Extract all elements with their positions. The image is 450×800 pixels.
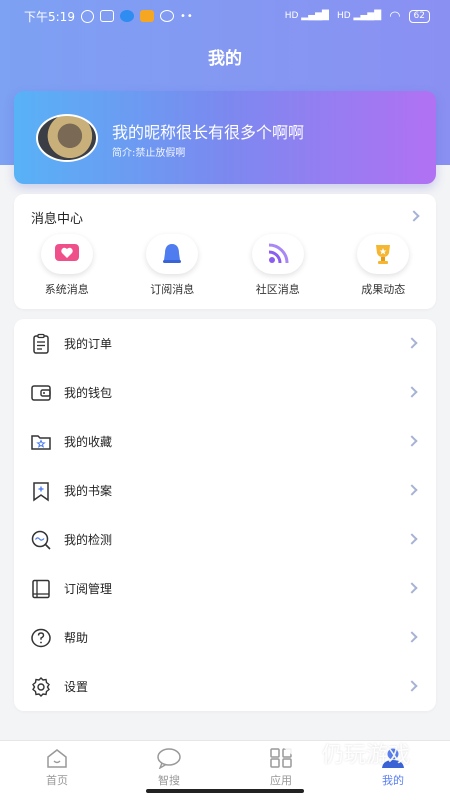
home-indicator[interactable] bbox=[146, 789, 304, 793]
alarm-icon bbox=[80, 9, 94, 23]
signal-2-icon: HD ▂▄▆█ bbox=[336, 11, 382, 21]
user-icon bbox=[382, 748, 404, 768]
page-title: 我的 bbox=[208, 49, 242, 69]
tab-label: 应用 bbox=[270, 774, 292, 787]
menu-item-detection[interactable]: 我的检测 bbox=[14, 515, 436, 564]
clipboard-icon bbox=[33, 333, 49, 354]
tab-home[interactable]: 首页 bbox=[17, 747, 97, 788]
menu-item-label: 设置 bbox=[64, 680, 89, 694]
menu-item-label: 帮助 bbox=[64, 631, 89, 645]
message-item-label: 订阅消息 bbox=[150, 283, 195, 296]
menu-item-label: 我的书案 bbox=[64, 484, 113, 498]
bell-icon bbox=[146, 234, 199, 274]
tab-label: 我的 bbox=[382, 774, 404, 787]
wallet-icon bbox=[31, 384, 51, 401]
chevron-right-icon[interactable] bbox=[408, 210, 420, 222]
message-item-subscription[interactable]: 订阅消息 bbox=[120, 234, 226, 297]
menu-item-label: 我的钱包 bbox=[64, 386, 113, 400]
more-notifications-icon: •• bbox=[179, 10, 194, 22]
menu-item-subscription[interactable]: 订阅管理 bbox=[14, 564, 436, 613]
book-icon bbox=[32, 579, 50, 598]
message-item-label: 系统消息 bbox=[44, 283, 89, 296]
chevron-right-icon bbox=[406, 386, 418, 398]
trophy-icon bbox=[357, 234, 410, 274]
search-wave-icon bbox=[31, 530, 51, 550]
profile-card[interactable]: 我的昵称很长有很多个啊啊 简介:禁止放假啊 bbox=[14, 91, 436, 184]
battery-icon: 62 bbox=[408, 9, 430, 23]
message-item-community[interactable]: 社区消息 bbox=[225, 234, 331, 297]
bookmark-icon bbox=[33, 481, 49, 501]
chevron-right-icon bbox=[406, 337, 418, 349]
menu-item-orders[interactable]: 我的订单 bbox=[14, 319, 436, 368]
gear-icon bbox=[32, 676, 50, 697]
menu-item-desk[interactable]: 我的书案 bbox=[14, 466, 436, 515]
nickname: 我的昵称很长有很多个啊啊 bbox=[112, 123, 305, 142]
chevron-right-icon bbox=[406, 435, 418, 447]
chevron-right-icon bbox=[406, 680, 418, 692]
menu-item-favorites[interactable]: 我的收藏 bbox=[14, 417, 436, 466]
help-icon bbox=[31, 628, 51, 647]
chat-icon bbox=[119, 10, 134, 22]
tab-label: 智搜 bbox=[158, 774, 180, 787]
message-item-label: 成果动态 bbox=[361, 283, 406, 296]
chevron-right-icon bbox=[406, 533, 418, 545]
menu-card: 我的订单 我的钱包 我的收藏 我的书案 我的检测 订阅管理 帮助 设置 bbox=[14, 319, 436, 711]
menu-item-settings[interactable]: 设置 bbox=[14, 662, 436, 711]
wifi-icon: ◠ bbox=[389, 8, 401, 24]
chevron-right-icon bbox=[406, 631, 418, 643]
menu-item-label: 我的订单 bbox=[64, 337, 113, 351]
rss-icon bbox=[251, 234, 304, 274]
apps-icon bbox=[270, 748, 292, 768]
search-bubble-icon bbox=[157, 748, 181, 769]
tab-label: 首页 bbox=[46, 774, 68, 787]
menu-item-help[interactable]: 帮助 bbox=[14, 613, 436, 662]
tab-apps[interactable]: 应用 bbox=[241, 747, 321, 788]
chevron-right-icon bbox=[406, 582, 418, 594]
menu-item-label: 订阅管理 bbox=[64, 582, 113, 596]
status-bar: 下午5:19 •• HD ▂▄▆█ HD ▂▄▆█ ◠ 62 bbox=[0, 0, 450, 32]
menu-item-label: 我的检测 bbox=[64, 533, 113, 547]
notification-icon bbox=[99, 10, 114, 22]
message-center-title: 消息中心 bbox=[31, 212, 84, 227]
message-item-label: 社区消息 bbox=[255, 283, 300, 296]
chevron-right-icon bbox=[406, 484, 418, 496]
home-icon bbox=[47, 749, 67, 768]
system-message-icon bbox=[40, 234, 93, 274]
status-time: 下午5:19 bbox=[24, 9, 75, 24]
news-icon bbox=[139, 10, 154, 22]
message-item-achievement[interactable]: 成果动态 bbox=[331, 234, 437, 297]
avatar[interactable] bbox=[36, 114, 98, 162]
message-center-card: 消息中心 系统消息 订阅消息 社区消息 成果动态 bbox=[14, 194, 436, 309]
star-folder-icon bbox=[31, 434, 51, 450]
tab-mine[interactable]: 我的 bbox=[353, 747, 433, 788]
signal-1-icon: HD ▂▄▆█ bbox=[284, 11, 329, 21]
message-icon bbox=[159, 10, 174, 22]
tab-smart-search[interactable]: 智搜 bbox=[129, 747, 209, 788]
menu-item-wallet[interactable]: 我的钱包 bbox=[14, 368, 436, 417]
message-item-system[interactable]: 系统消息 bbox=[14, 234, 120, 297]
menu-item-label: 我的收藏 bbox=[64, 435, 113, 449]
bio: 简介:禁止放假啊 bbox=[112, 148, 186, 159]
